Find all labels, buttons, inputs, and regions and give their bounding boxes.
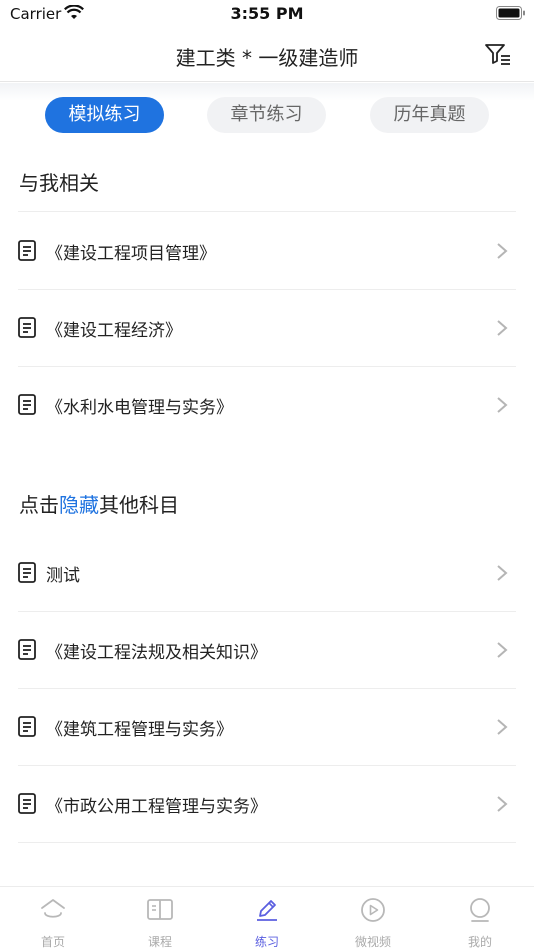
play-icon bbox=[361, 898, 385, 922]
list-item[interactable]: 《建筑工程管理与实务》 bbox=[0, 688, 534, 765]
tab-bar-course[interactable]: 课程 bbox=[107, 887, 213, 950]
tab-bar-label: 课程 bbox=[147, 935, 172, 949]
document-icon bbox=[18, 793, 36, 814]
tab-bar-mine[interactable]: 我的 bbox=[427, 887, 533, 950]
chevron-right-icon bbox=[497, 397, 508, 413]
chevron-right-icon bbox=[497, 642, 508, 658]
tab-bar-home[interactable]: 首页 bbox=[0, 887, 106, 950]
list-item[interactable]: 《建设工程项目管理》 bbox=[0, 212, 534, 289]
list-item-label: 《建设工程经济》 bbox=[46, 321, 182, 341]
other-section-title: 点击隐藏其他科目 bbox=[19, 489, 179, 518]
related-section-title: 与我相关 bbox=[19, 171, 99, 195]
list-item[interactable]: 《市政公用工程管理与实务》 bbox=[0, 765, 534, 842]
chevron-right-icon bbox=[497, 320, 508, 336]
list-item[interactable]: 《建设工程经济》 bbox=[0, 289, 534, 366]
chevron-right-icon bbox=[497, 243, 508, 259]
section-title-prefix: 点击 bbox=[19, 493, 59, 517]
tab-bar-label: 我的 bbox=[467, 935, 492, 949]
tab-bar-label: 首页 bbox=[40, 935, 65, 949]
practice-tabs: 模拟练习 章节练习 历年真题 bbox=[0, 83, 534, 147]
battery-icon bbox=[496, 6, 525, 20]
list-item[interactable]: 测试 bbox=[0, 534, 534, 611]
list-item-label: 《建设工程项目管理》 bbox=[46, 244, 216, 264]
page-title: 建工类 * 一级建造师 bbox=[175, 46, 359, 70]
home-icon bbox=[41, 899, 65, 918]
list-item-label: 《建设工程法规及相关知识》 bbox=[46, 643, 267, 663]
book-icon bbox=[147, 899, 173, 920]
tab-past-exams[interactable]: 历年真题 bbox=[370, 97, 489, 133]
list-item[interactable]: 《建设工程法规及相关知识》 bbox=[0, 611, 534, 688]
divider bbox=[18, 842, 516, 843]
list-item-label: 《建筑工程管理与实务》 bbox=[46, 720, 233, 740]
pencil-icon bbox=[257, 900, 277, 921]
document-icon bbox=[18, 317, 36, 338]
section-title-suffix: 其他科目 bbox=[99, 493, 179, 517]
tab-bar-practice[interactable]: 练习 bbox=[214, 887, 320, 950]
document-icon bbox=[18, 639, 36, 660]
nav-bar: 建工类 * 一级建造师 bbox=[0, 28, 534, 82]
tab-chapter-practice[interactable]: 章节练习 bbox=[207, 97, 326, 133]
hide-toggle-link[interactable]: 隐藏 bbox=[59, 493, 99, 517]
tab-bar-label: 微视频 bbox=[354, 935, 391, 949]
tab-mock-practice[interactable]: 模拟练习 bbox=[45, 97, 164, 133]
status-time: 3:55 PM bbox=[230, 4, 304, 23]
list-item-label: 《水利水电管理与实务》 bbox=[46, 398, 233, 418]
list-item-label: 《市政公用工程管理与实务》 bbox=[46, 797, 267, 817]
filter-icon[interactable] bbox=[484, 42, 512, 66]
list-item[interactable]: 《水利水电管理与实务》 bbox=[0, 366, 534, 443]
document-icon bbox=[18, 562, 36, 583]
chevron-right-icon bbox=[497, 796, 508, 812]
chevron-right-icon bbox=[497, 719, 508, 735]
list-item-label: 测试 bbox=[46, 566, 80, 586]
document-icon bbox=[18, 716, 36, 737]
bottom-tab-bar: 首页 课程 练习 微视频 我的 bbox=[0, 886, 534, 950]
tab-bar-micro-video[interactable]: 微视频 bbox=[320, 887, 426, 950]
tab-bar-label: 练习 bbox=[254, 935, 279, 949]
document-icon bbox=[18, 240, 36, 261]
user-icon bbox=[470, 898, 490, 922]
status-bar: Carrier 3:55 PM bbox=[0, 0, 534, 28]
chevron-right-icon bbox=[497, 565, 508, 581]
document-icon bbox=[18, 394, 36, 415]
